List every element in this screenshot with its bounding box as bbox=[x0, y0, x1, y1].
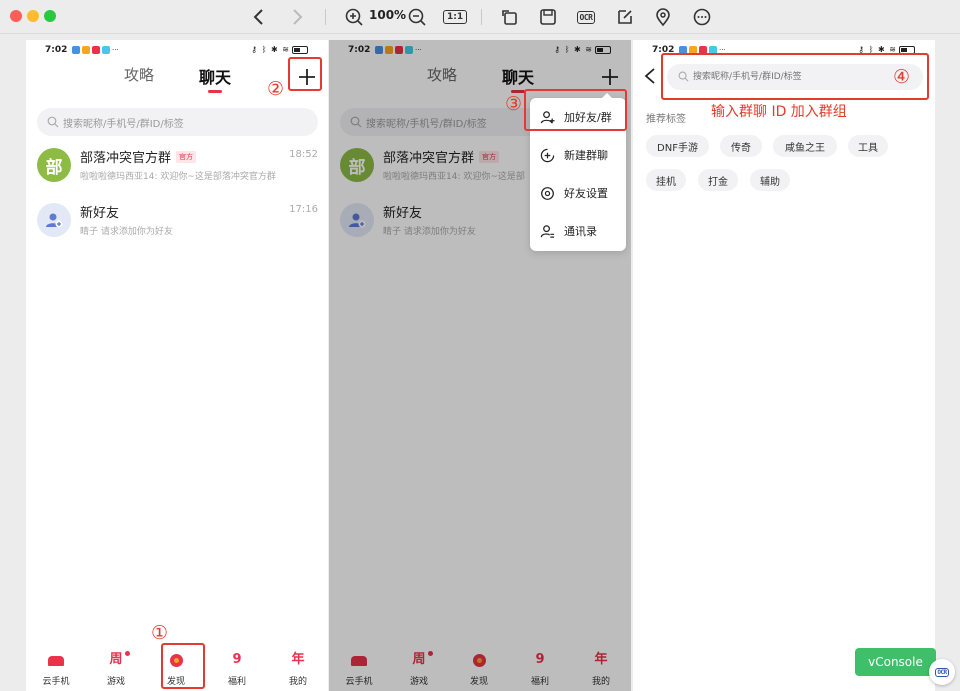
step2-highlight bbox=[288, 57, 322, 91]
viewer-toolbar: 100% 1:1 OCR bbox=[0, 0, 960, 34]
menu-item-new-group-chat[interactable]: 新建群聊 bbox=[530, 136, 626, 174]
step4-label: ④ bbox=[893, 66, 911, 88]
new-friend-avatar bbox=[37, 203, 71, 237]
status-app-icons: ··· bbox=[72, 46, 119, 54]
zoom-out-icon[interactable] bbox=[406, 6, 428, 28]
recommended-tags-title: 推荐标签 bbox=[646, 114, 686, 125]
add-user-icon bbox=[46, 213, 63, 228]
close-window-button[interactable] bbox=[10, 10, 22, 22]
conversation-item[interactable]: 新好友 17:16 睛子 请求添加你为好友 bbox=[26, 199, 328, 243]
step4-instruction: 输入群聊 ID 加入群组 bbox=[711, 104, 847, 120]
back-icon[interactable] bbox=[248, 6, 270, 28]
conversation-time: 18:52 bbox=[289, 149, 318, 160]
step1-label: ① bbox=[151, 622, 169, 644]
group-avatar: 部 bbox=[37, 148, 71, 182]
cloud-phone-icon bbox=[48, 656, 64, 666]
rotate-icon[interactable] bbox=[499, 6, 521, 28]
forward-icon[interactable] bbox=[286, 6, 308, 28]
status-indicators: ⚷ ᛒ ✱ ≋ bbox=[251, 45, 308, 54]
nav-item-mine[interactable]: 年 我的 bbox=[273, 652, 323, 687]
nav-item-games[interactable]: 周 游戏 bbox=[91, 651, 141, 687]
conversation-name: 新好友 bbox=[80, 206, 120, 221]
games-icon: 周 bbox=[109, 652, 123, 667]
conversation-item[interactable]: 部 部落冲突官方群 官方 18:52 啦啦啦德玛西亚14: 欢迎你~这是部落冲突… bbox=[26, 144, 328, 188]
step3-highlight bbox=[524, 89, 627, 131]
search-input[interactable]: 搜索昵称/手机号/群ID/标签 bbox=[37, 108, 318, 136]
conversation-preview: 啦啦啦德玛西亚14: 欢迎你~这是部落冲突官方群 bbox=[80, 172, 276, 182]
tag-chip[interactable]: 辅助 bbox=[750, 169, 790, 191]
tag-chip[interactable]: DNF手游 bbox=[646, 135, 709, 157]
step4-highlight bbox=[661, 53, 929, 100]
welfare-icon: 9 bbox=[232, 652, 242, 667]
step3-label: ③ bbox=[505, 93, 523, 115]
conversation-name: 部落冲突官方群 bbox=[80, 151, 172, 166]
ocr-float-button[interactable]: OCR bbox=[929, 659, 955, 685]
tag-chip[interactable]: 挂机 bbox=[646, 169, 686, 191]
tag-chip[interactable]: 打金 bbox=[698, 169, 738, 191]
status-bar: 7:02 ··· ⚷ ᛒ ✱ ≋ bbox=[26, 44, 328, 58]
search-page-panel: 7:02 ··· ⚷ ᛒ ✱ ≋ 推荐标签 DNF手游 传奇 咸鱼之王 工具 挂… bbox=[633, 40, 935, 691]
new-chat-icon bbox=[540, 148, 555, 162]
zoom-level: 100% bbox=[369, 8, 407, 22]
edit-icon[interactable] bbox=[614, 6, 636, 28]
step1-highlight bbox=[161, 643, 205, 689]
maximize-window-button[interactable] bbox=[44, 10, 56, 22]
official-badge: 官方 bbox=[176, 150, 197, 163]
back-arrow-icon bbox=[644, 68, 655, 84]
search-icon bbox=[47, 116, 59, 128]
vconsole-button[interactable]: vConsole bbox=[855, 648, 936, 676]
contacts-icon bbox=[540, 224, 555, 238]
settings-icon bbox=[541, 186, 554, 200]
conversation-preview: 睛子 请求添加你为好友 bbox=[80, 227, 173, 237]
nav-item-cloud-phone[interactable]: 云手机 bbox=[31, 652, 81, 687]
tag-chip[interactable]: 工具 bbox=[848, 135, 888, 157]
zoom-in-icon[interactable] bbox=[343, 6, 365, 28]
step2-label: ② bbox=[267, 78, 285, 100]
active-tab-indicator bbox=[208, 90, 222, 93]
chat-screen-panel: 7:02 ··· ⚷ ᛒ ✱ ≋ 攻略 聊天 搜索昵称/手机号/群ID/标签 部… bbox=[26, 40, 328, 691]
mine-icon: 年 bbox=[291, 652, 305, 667]
tag-chip[interactable]: 咸鱼之王 bbox=[773, 135, 837, 157]
menu-item-contacts[interactable]: 通讯录 bbox=[530, 212, 626, 250]
more-icon[interactable] bbox=[691, 6, 713, 28]
back-button[interactable] bbox=[643, 67, 659, 85]
battery-icon bbox=[292, 45, 308, 54]
notification-dot bbox=[125, 651, 130, 656]
ocr-button[interactable]: OCR bbox=[575, 6, 597, 28]
actual-size-button[interactable]: 1:1 bbox=[443, 6, 468, 28]
conversation-time: 17:16 bbox=[289, 204, 318, 215]
location-pin-icon[interactable] bbox=[652, 6, 674, 28]
save-icon[interactable] bbox=[537, 6, 559, 28]
tab-liaotian[interactable]: 聊天 bbox=[199, 64, 231, 88]
nav-item-welfare[interactable]: 9 福利 bbox=[212, 652, 262, 687]
tag-chip[interactable]: 传奇 bbox=[720, 135, 762, 157]
tab-gonglue[interactable]: 攻略 bbox=[124, 64, 154, 85]
chat-menu-panel: 7:02 ··· ⚷ ᛒ ✱ ≋ 攻略 聊天 搜索昵称/手机号/群ID/标签 部… bbox=[329, 40, 631, 691]
menu-item-friend-settings[interactable]: 好友设置 bbox=[530, 174, 626, 212]
minimize-window-button[interactable] bbox=[27, 10, 39, 22]
